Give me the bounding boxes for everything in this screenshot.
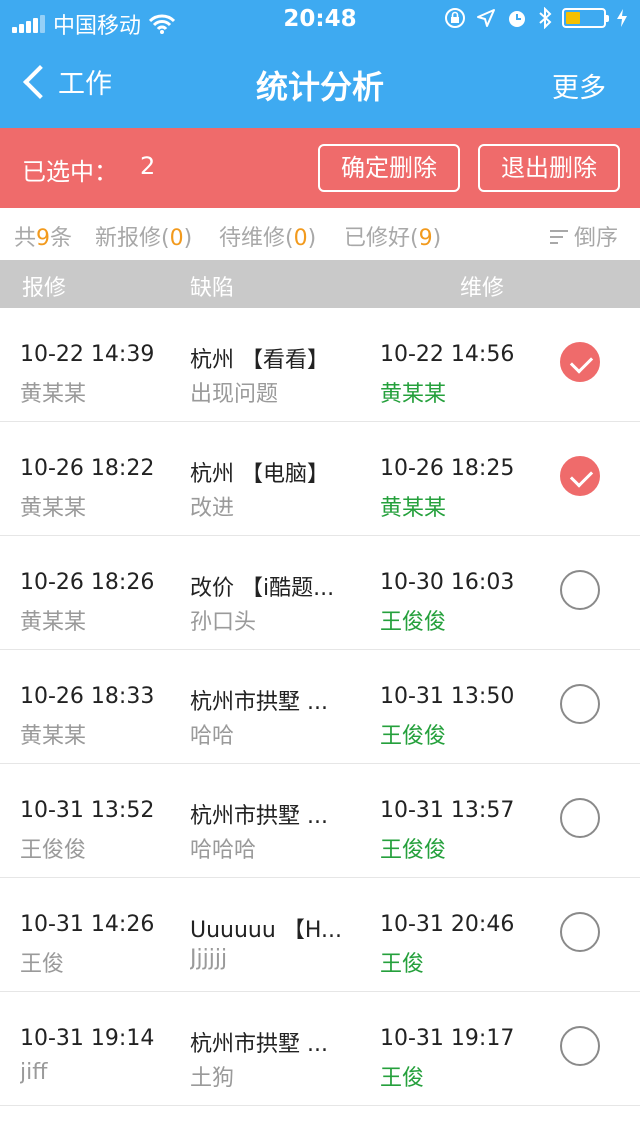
repairer-name: 王俊 bbox=[380, 1066, 425, 1091]
filter-new[interactable]: 新报修(0) bbox=[95, 220, 192, 252]
list-item[interactable]: 10-26 18:33 黄某某 杭州市拱墅 ... 哈哈 10-31 13:50… bbox=[0, 650, 640, 764]
select-checkbox[interactable] bbox=[560, 342, 600, 382]
defect-description: 出现问题 bbox=[190, 382, 279, 407]
select-checkbox[interactable] bbox=[560, 1026, 600, 1066]
reporter-name: 王俊俊 bbox=[20, 838, 87, 863]
header: 中国移动 20:48 工作 统计分析 更多 bbox=[0, 0, 640, 128]
list-item[interactable]: 10-26 18:26 黄某某 改价 【i酷题... 孙口头 10-30 16:… bbox=[0, 536, 640, 650]
repairer-name: 王俊俊 bbox=[380, 610, 447, 635]
reporter-name: 黄某某 bbox=[20, 724, 87, 749]
sort-toggle[interactable]: 倒序 bbox=[549, 220, 618, 252]
repairer-name: 王俊 bbox=[380, 952, 425, 977]
report-time: 10-22 14:39 bbox=[20, 342, 155, 367]
filter-done-close: ) bbox=[432, 226, 442, 251]
filter-total[interactable]: 共9条 bbox=[14, 220, 72, 252]
report-time: 10-31 13:52 bbox=[20, 798, 155, 823]
defect-description: 哈哈哈 bbox=[190, 838, 257, 863]
defect-title: 杭州市拱墅 ... bbox=[190, 804, 328, 829]
column-repair: 维修 bbox=[460, 276, 505, 301]
defect-description: 哈哈 bbox=[190, 724, 235, 749]
report-time: 10-31 14:26 bbox=[20, 912, 155, 937]
repair-time: 10-31 13:57 bbox=[380, 798, 515, 823]
defect-description: Jjjjjj bbox=[190, 946, 228, 971]
bluetooth-icon bbox=[539, 7, 552, 29]
defect-title: 杭州 【看看】 bbox=[190, 348, 329, 373]
select-checkbox[interactable] bbox=[560, 684, 600, 724]
reporter-name: 黄某某 bbox=[20, 382, 87, 407]
more-button[interactable]: 更多 bbox=[552, 66, 606, 105]
selection-bar: 已选中： 2 确定删除 退出删除 bbox=[0, 128, 640, 208]
select-checkbox[interactable] bbox=[560, 798, 600, 838]
reporter-name: jiff bbox=[20, 1060, 48, 1085]
location-icon bbox=[477, 9, 495, 27]
report-time: 10-31 19:14 bbox=[20, 1026, 155, 1051]
list-item[interactable]: 10-31 13:52 王俊俊 杭州市拱墅 ... 哈哈哈 10-31 13:5… bbox=[0, 764, 640, 878]
filter-done[interactable]: 已修好(9) bbox=[344, 220, 441, 252]
reporter-name: 黄某某 bbox=[20, 496, 87, 521]
filter-bar: 共9条 新报修(0) 待维修(0) 已修好(9) 倒序 bbox=[0, 208, 640, 260]
report-time: 10-26 18:22 bbox=[20, 456, 155, 481]
repairer-name: 王俊俊 bbox=[380, 838, 447, 863]
defect-title: 改价 【i酷题... bbox=[190, 576, 335, 601]
repair-time: 10-30 16:03 bbox=[380, 570, 515, 595]
page-title: 统计分析 bbox=[255, 68, 384, 106]
confirm-delete-button[interactable]: 确定删除 bbox=[318, 144, 460, 192]
defect-description: 改进 bbox=[190, 496, 235, 521]
nav-bar: 工作 统计分析 更多 bbox=[0, 40, 640, 128]
defect-description: 土狗 bbox=[190, 1066, 235, 1091]
column-header: 报修 缺陷 维修 bbox=[0, 260, 640, 308]
repairer-name: 黄某某 bbox=[380, 496, 447, 521]
column-defect: 缺陷 bbox=[190, 276, 235, 301]
filter-pending-count: 0 bbox=[293, 226, 308, 251]
repairer-name: 黄某某 bbox=[380, 382, 447, 407]
defect-title: 杭州市拱墅 ... bbox=[190, 690, 328, 715]
repair-time: 10-31 19:17 bbox=[380, 1026, 515, 1051]
select-checkbox[interactable] bbox=[560, 570, 600, 610]
sort-icon bbox=[549, 228, 570, 244]
repair-time: 10-31 13:50 bbox=[380, 684, 515, 709]
defect-title: 杭州市拱墅 ... bbox=[190, 1032, 328, 1057]
select-checkbox[interactable] bbox=[560, 912, 600, 952]
filter-pending[interactable]: 待维修(0) bbox=[219, 220, 316, 252]
sort-label: 倒序 bbox=[573, 226, 618, 251]
battery-icon bbox=[562, 8, 609, 28]
repairer-name: 王俊俊 bbox=[380, 724, 447, 749]
filter-done-count: 9 bbox=[418, 226, 433, 251]
filter-total-count: 9 bbox=[36, 226, 51, 251]
filter-done-label: 已修好( bbox=[344, 226, 419, 251]
repair-list: 10-22 14:39 黄某某 杭州 【看看】 出现问题 10-22 14:56… bbox=[0, 308, 640, 1106]
column-report: 报修 bbox=[22, 276, 67, 301]
defect-title: Uuuuuu 【H... bbox=[190, 918, 342, 943]
report-time: 10-26 18:33 bbox=[20, 684, 155, 709]
list-item[interactable]: 10-31 19:14 jiff 杭州市拱墅 ... 土狗 10-31 19:1… bbox=[0, 992, 640, 1106]
status-bar: 中国移动 20:48 bbox=[0, 0, 640, 40]
repair-time: 10-22 14:56 bbox=[380, 342, 515, 367]
filter-pending-label: 待维修( bbox=[219, 226, 294, 251]
charging-icon bbox=[617, 9, 627, 27]
filter-total-suffix: 条 bbox=[50, 226, 73, 251]
alarm-icon bbox=[509, 11, 525, 27]
reporter-name: 黄某某 bbox=[20, 610, 87, 635]
repair-time: 10-31 20:46 bbox=[380, 912, 515, 937]
defect-description: 孙口头 bbox=[190, 610, 257, 635]
list-item[interactable]: 10-22 14:39 黄某某 杭州 【看看】 出现问题 10-22 14:56… bbox=[0, 308, 640, 422]
selected-count: 2 bbox=[140, 152, 156, 180]
selected-label: 已选中： bbox=[22, 158, 118, 186]
filter-pending-close: ) bbox=[307, 226, 317, 251]
select-checkbox[interactable] bbox=[560, 456, 600, 496]
status-right bbox=[444, 7, 628, 29]
filter-new-label: 新报修( bbox=[95, 226, 170, 251]
repair-time: 10-26 18:25 bbox=[380, 456, 515, 481]
report-time: 10-26 18:26 bbox=[20, 570, 155, 595]
filter-total-prefix: 共 bbox=[14, 226, 37, 251]
list-item[interactable]: 10-31 14:26 王俊 Uuuuuu 【H... Jjjjjj 10-31… bbox=[0, 878, 640, 992]
list-item[interactable]: 10-26 18:22 黄某某 杭州 【电脑】 改进 10-26 18:25 黄… bbox=[0, 422, 640, 536]
rotation-lock-icon bbox=[445, 8, 465, 28]
exit-delete-button[interactable]: 退出删除 bbox=[478, 144, 620, 192]
filter-new-close: ) bbox=[183, 226, 193, 251]
reporter-name: 王俊 bbox=[20, 952, 65, 977]
defect-title: 杭州 【电脑】 bbox=[190, 462, 329, 487]
filter-new-count: 0 bbox=[169, 226, 184, 251]
